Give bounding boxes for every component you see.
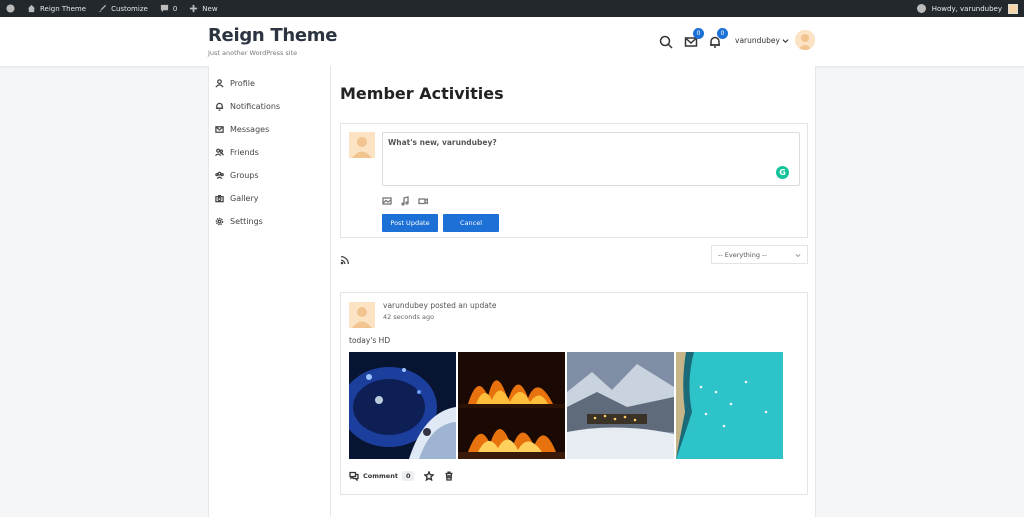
page-title: Member Activities: [340, 84, 504, 103]
site-tagline: Just another WordPress site: [208, 49, 298, 57]
sidebar-item-label: Messages: [230, 125, 270, 134]
groups-icon: [215, 171, 224, 180]
admin-bar-account[interactable]: Howdy, varundubey: [916, 0, 1018, 17]
brush-icon: [98, 4, 107, 13]
gallery-image-snow-village[interactable]: [567, 352, 674, 459]
activity-text: today's HD: [349, 336, 391, 345]
search-toggle-icon[interactable]: [916, 4, 926, 13]
sidebar-item-gallery[interactable]: Gallery: [209, 187, 330, 210]
sidebar-item-profile[interactable]: Profile: [209, 72, 330, 95]
music-note-icon[interactable]: [400, 196, 410, 206]
sidebar-item-label: Groups: [230, 171, 259, 180]
rss-icon[interactable]: [340, 250, 350, 265]
admin-bar-customize[interactable]: Customize: [92, 0, 154, 17]
sidebar-item-settings[interactable]: Settings: [209, 210, 330, 233]
video-camera-icon[interactable]: [418, 196, 428, 206]
user-menu-name: varundubey: [735, 36, 780, 45]
envelope-icon: [215, 126, 224, 133]
star-icon[interactable]: [424, 471, 435, 481]
activity-item: varundubey posted an update 42 seconds a…: [340, 292, 808, 495]
site-title[interactable]: Reign Theme: [208, 25, 337, 46]
chevron-down-icon: [795, 253, 801, 257]
sidebar-item-notifications[interactable]: Notifications: [209, 95, 330, 118]
wordpress-logo-icon[interactable]: [0, 0, 21, 17]
admin-bar-avatar: [1008, 3, 1018, 14]
admin-bar-site-name: Reign Theme: [40, 4, 87, 13]
sidebar-item-label: Notifications: [230, 102, 281, 111]
main-frame: Profile Notifications Messages Friends G…: [208, 66, 816, 517]
image-icon[interactable]: [382, 196, 392, 206]
messages-badge: 0: [693, 28, 704, 39]
admin-bar: Reign Theme Customize 0 New Howdy, varun…: [0, 0, 1024, 17]
comment-count: 0: [401, 471, 415, 481]
post-update-form: What's new, varundubey? G Post Update Ca…: [340, 123, 808, 238]
plus-icon: [190, 4, 198, 13]
activity-gallery: [349, 352, 783, 459]
gear-icon: [215, 217, 224, 226]
sidebar-item-label: Friends: [230, 148, 259, 157]
activity-actions: Comment 0: [349, 471, 454, 481]
admin-bar-comments[interactable]: 0: [154, 0, 183, 17]
site-header: Reign Theme Just another WordPress site …: [0, 17, 1024, 66]
avatar: [349, 132, 375, 158]
gallery-image-fireplace[interactable]: [458, 352, 565, 459]
comment-label: Comment: [363, 472, 398, 480]
messages-header-icon[interactable]: 0: [684, 28, 704, 48]
admin-bar-howdy: Howdy, varundubey: [931, 4, 1002, 13]
whats-new-textarea[interactable]: What's new, varundubey? G: [382, 132, 800, 186]
cancel-button[interactable]: Cancel: [443, 214, 499, 232]
home-icon: [27, 4, 36, 13]
search-icon[interactable]: [659, 34, 673, 49]
admin-bar-site-link[interactable]: Reign Theme: [21, 0, 92, 17]
sidebar-item-label: Gallery: [230, 194, 259, 203]
bell-icon: [215, 102, 224, 111]
whats-new-placeholder: What's new, varundubey?: [388, 138, 497, 147]
camera-icon: [215, 194, 224, 203]
media-attach-bar: [382, 196, 428, 206]
admin-bar-customize-label: Customize: [111, 4, 148, 13]
activity-timestamp[interactable]: 42 seconds ago: [383, 313, 434, 321]
user-avatar[interactable]: [795, 30, 815, 50]
friends-icon: [215, 148, 224, 157]
sidebar-item-friends[interactable]: Friends: [209, 141, 330, 164]
trash-icon[interactable]: [444, 471, 454, 481]
admin-bar-new-label: New: [202, 4, 218, 13]
comment-bubble-icon: [160, 4, 168, 13]
notifications-badge: 0: [717, 28, 728, 39]
user-icon: [215, 79, 224, 88]
gallery-image-stadium[interactable]: [349, 352, 456, 459]
user-menu-toggle[interactable]: varundubey: [735, 36, 789, 45]
gallery-image-beach[interactable]: [676, 352, 783, 459]
activity-header[interactable]: varundubey posted an update: [383, 301, 496, 310]
chevron-down-icon: [782, 39, 789, 44]
profile-sidebar: Profile Notifications Messages Friends G…: [209, 66, 331, 517]
admin-bar-new[interactable]: New: [183, 0, 223, 17]
sidebar-item-label: Profile: [230, 79, 255, 88]
avatar[interactable]: [349, 302, 375, 328]
admin-bar-comments-count: 0: [172, 4, 178, 13]
grammarly-icon[interactable]: G: [776, 166, 789, 179]
activity-filter-value: -- Everything --: [718, 250, 767, 259]
notifications-header-icon[interactable]: 0: [708, 28, 728, 48]
post-update-button[interactable]: Post Update: [382, 214, 438, 232]
sidebar-item-groups[interactable]: Groups: [209, 164, 330, 187]
sidebar-item-messages[interactable]: Messages: [209, 118, 330, 141]
sidebar-item-label: Settings: [230, 217, 263, 226]
comment-button[interactable]: Comment 0: [349, 471, 415, 481]
comment-icon: [349, 471, 359, 481]
activity-filter-select[interactable]: -- Everything --: [711, 245, 808, 264]
